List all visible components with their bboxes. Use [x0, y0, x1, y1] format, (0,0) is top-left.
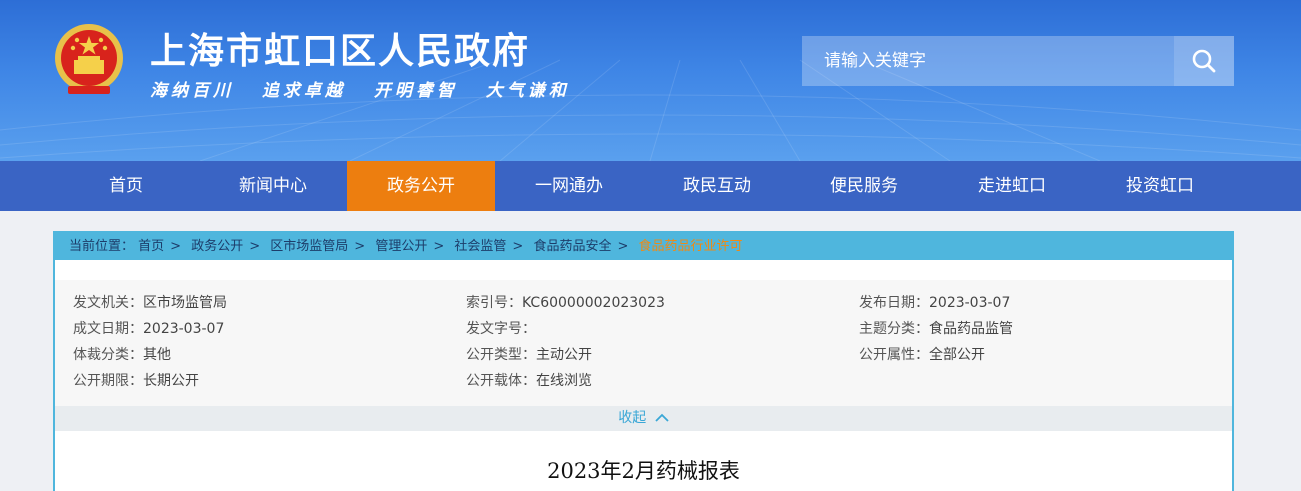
meta-index-value: KC60000002023023 [522, 295, 665, 311]
meta-opentype-value: 主动公开 [536, 347, 592, 363]
chevron-up-icon [655, 413, 669, 422]
breadcrumb-link-social-supervision[interactable]: 社会监管 [454, 239, 506, 254]
meta-created-label: 成文日期： [73, 321, 143, 337]
meta-open-term: 公开期限：长期公开 [73, 370, 199, 390]
meta-carrier-label: 公开载体： [466, 373, 536, 389]
breadcrumb-separator: > [354, 239, 366, 254]
meta-carrier: 公开载体：在线浏览 [466, 370, 592, 390]
meta-genre-value: 其他 [143, 347, 171, 363]
breadcrumb-link-food-drug-safety[interactable]: 食品药品安全 [533, 239, 611, 254]
search-box [802, 36, 1234, 86]
meta-publish-label: 发布日期： [859, 295, 929, 311]
meta-opentype-label: 公开类型： [466, 347, 536, 363]
nav-item-news[interactable]: 新闻中心 [199, 161, 347, 211]
meta-genre-label: 体裁分类： [73, 347, 143, 363]
meta-open-type: 公开类型：主动公开 [466, 344, 592, 364]
collapse-label: 收起 [618, 410, 647, 426]
slogan-4: 大气谦和 [485, 81, 570, 101]
meta-index-label: 索引号： [466, 295, 522, 311]
breadcrumb-separator: > [170, 239, 182, 254]
meta-topic-value: 食品药品监管 [929, 321, 1013, 337]
search-input[interactable] [802, 36, 1174, 86]
breadcrumb-separator: > [617, 239, 629, 254]
nav-item-invest[interactable]: 投资虹口 [1086, 161, 1234, 211]
breadcrumb-current[interactable]: 食品药品行业许可 [639, 239, 743, 254]
meta-topic-label: 主题分类： [859, 321, 929, 337]
meta-openattr-value: 全部公开 [929, 347, 985, 363]
meta-issuer: 发文机关：区市场监管局 [73, 292, 227, 312]
slogan-3: 开明睿智 [373, 81, 458, 101]
nav-item-about-hongkou[interactable]: 走进虹口 [938, 161, 1086, 211]
meta-issuer-label: 发文机关： [73, 295, 143, 311]
meta-created-value: 2023-03-07 [143, 321, 225, 337]
meta-docno-label: 发文字号： [466, 321, 536, 337]
content-panel: 当前位置： 首页 > 政务公开 > 区市场监管局 > 管理公开 > 社会监管 > 食品药品… [53, 231, 1234, 491]
meta-genre: 体裁分类：其他 [73, 344, 171, 364]
nav-item-interaction[interactable]: 政民互动 [643, 161, 791, 211]
slogan-2: 追求卓越 [261, 81, 346, 101]
meta-created-date: 成文日期：2023-03-07 [73, 318, 224, 338]
meta-publish-date: 发布日期：2023-03-07 [859, 292, 1010, 312]
breadcrumb-link-market-supervision[interactable]: 区市场监管局 [270, 239, 348, 254]
slogan-1: 海纳百川 [150, 81, 234, 101]
document-title: 2023年2月药械报表 [547, 459, 740, 483]
nav-item-government-affairs[interactable]: 政务公开 [347, 161, 495, 211]
meta-issuer-value: 区市场监管局 [143, 295, 227, 311]
site-title[interactable]: 上海市虹口区人民政府 [150, 22, 530, 74]
breadcrumb-separator: > [433, 239, 445, 254]
meta-openterm-label: 公开期限： [73, 373, 143, 389]
breadcrumb-prefix: 当前位置： [69, 239, 135, 254]
meta-openattr-label: 公开属性： [859, 347, 929, 363]
breadcrumb-link-government-affairs[interactable]: 政务公开 [191, 239, 243, 254]
nav-item-convenience[interactable]: 便民服务 [790, 161, 938, 211]
breadcrumb: 当前位置： 首页 > 政务公开 > 区市场监管局 > 管理公开 > 社会监管 > 食品药品… [55, 233, 1232, 260]
site-slogan: 海纳百川 追求卓越 开明睿智 大气谦和 [150, 76, 588, 101]
main-nav: 首页 新闻中心 政务公开 一网通办 政民互动 便民服务 走进虹口 投资虹口 [0, 161, 1301, 211]
breadcrumb-link-management[interactable]: 管理公开 [375, 239, 427, 254]
meta-index: 索引号：KC60000002023023 [466, 292, 665, 312]
breadcrumb-separator: > [512, 239, 524, 254]
meta-openterm-value: 长期公开 [143, 373, 199, 389]
search-button[interactable] [1174, 36, 1234, 86]
meta-carrier-value: 在线浏览 [536, 373, 592, 389]
document-metadata: 发文机关：区市场监管局 成文日期：2023-03-07 体裁分类：其他 公开期限… [55, 280, 1232, 406]
nav-item-home[interactable]: 首页 [52, 161, 200, 211]
meta-publish-value: 2023-03-07 [929, 295, 1011, 311]
site-header: 上海市虹口区人民政府 海纳百川 追求卓越 开明睿智 大气谦和 [0, 0, 1301, 161]
national-emblem-icon[interactable] [50, 20, 128, 100]
search-icon [1192, 49, 1216, 73]
collapse-toggle[interactable]: 收起 [55, 406, 1232, 431]
meta-topic: 主题分类：食品药品监管 [859, 318, 1013, 338]
breadcrumb-link-home[interactable]: 首页 [138, 239, 164, 254]
nav-item-one-network-service[interactable]: 一网通办 [495, 161, 643, 211]
meta-open-attribute: 公开属性：全部公开 [859, 344, 985, 364]
meta-doc-number: 发文字号： [466, 318, 536, 338]
breadcrumb-separator: > [249, 239, 261, 254]
